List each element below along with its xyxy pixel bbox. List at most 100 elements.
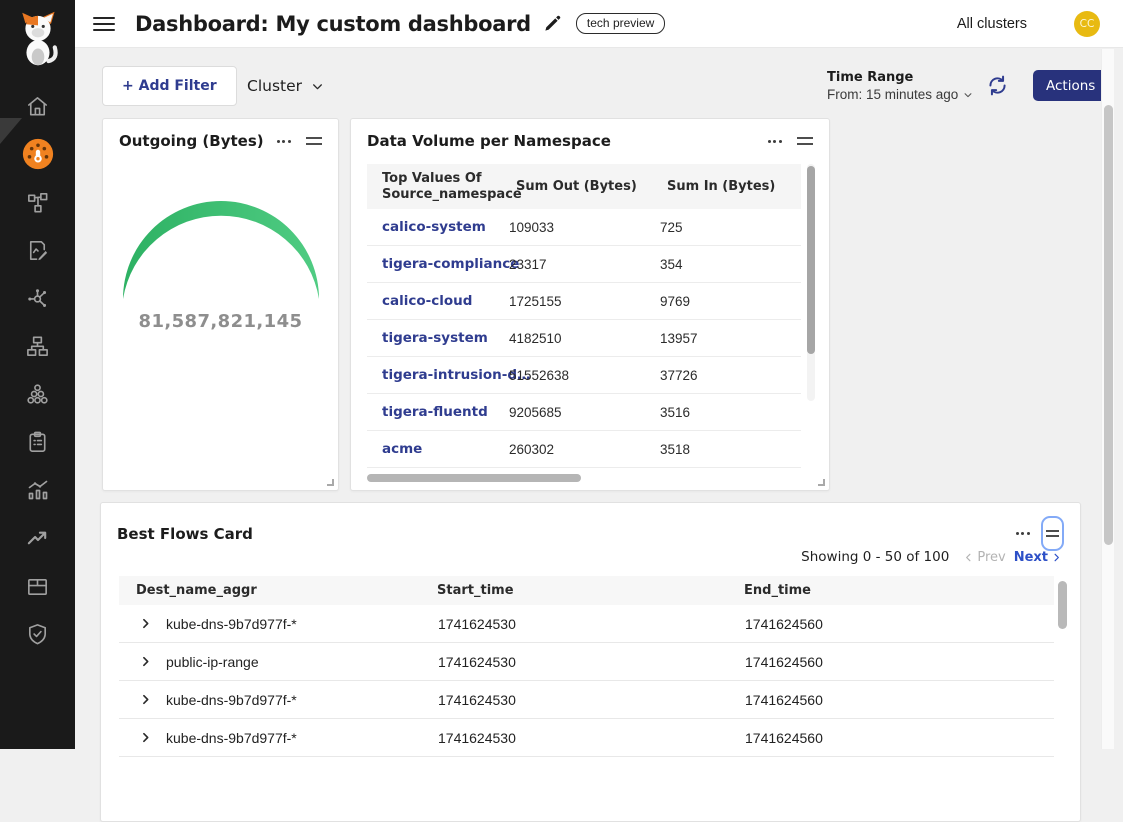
card-drag-handle-icon[interactable] (306, 134, 322, 149)
page-scrollbar-thumb[interactable] (1104, 105, 1113, 545)
end-time: 1741624560 (727, 692, 1054, 708)
package-box-icon (25, 574, 50, 599)
next-label: Next (1014, 550, 1048, 565)
vertical-scrollbar[interactable] (1058, 578, 1067, 818)
namespace-link[interactable]: tigera-compliance (367, 256, 501, 272)
sidebar-item-compliance-reports[interactable] (0, 418, 75, 466)
edit-pencil-icon[interactable] (543, 14, 562, 33)
namespace-link[interactable]: tigera-fluentd (367, 404, 501, 420)
sidebar-item-dashboard[interactable] (0, 130, 75, 178)
card-menu-icon[interactable] (1014, 528, 1032, 539)
sidebar-item-service-graph[interactable] (0, 274, 75, 322)
page-scrollbar[interactable] (1101, 49, 1114, 749)
main-content: + Add Filter Cluster Time Range From: 15… (75, 48, 1123, 749)
start-time: 1741624530 (420, 654, 727, 670)
gauge-arc (123, 201, 319, 299)
column-header: Dest_name_aggr (119, 583, 420, 598)
gauge-value: 81,587,821,145 (103, 311, 338, 332)
user-avatar[interactable]: CC (1074, 11, 1100, 37)
sidebar-item-activity-stats[interactable] (0, 466, 75, 514)
namespace-link[interactable]: calico-cloud (367, 293, 501, 309)
namespace-link[interactable]: tigera-system (367, 330, 501, 346)
sidebar-item-policies[interactable] (0, 178, 75, 226)
card-title: Best Flows Card (117, 525, 253, 543)
card-title: Data Volume per Namespace (367, 132, 611, 150)
scrollbar-thumb[interactable] (1058, 581, 1067, 629)
sum-in-value: 13957 (652, 331, 801, 346)
table-row: calico-cloud 1725155 9769 (367, 283, 801, 320)
column-header: Top Values Of Source_namespace (367, 165, 501, 209)
sum-in-value: 9769 (652, 294, 801, 309)
tech-preview-badge: tech preview (576, 13, 665, 34)
namespace-link[interactable]: tigera-intrusion-d… (367, 367, 501, 383)
expand-row-chevron-icon[interactable] (139, 617, 152, 630)
dest-name: public-ip-range (166, 654, 259, 670)
horizontal-scrollbar[interactable] (367, 474, 801, 482)
expand-row-chevron-icon[interactable] (139, 731, 152, 744)
column-header: Start_time (420, 583, 727, 598)
sum-out-value: 9205685 (501, 405, 652, 420)
card-drag-handle-icon[interactable] (797, 134, 813, 149)
start-time: 1741624530 (420, 730, 727, 746)
sidebar-item-policy-recommendations[interactable] (0, 226, 75, 274)
table-row: tigera-fluentd 9205685 3516 (367, 394, 801, 431)
dest-name: kube-dns-9b7d977f-* (166, 616, 297, 632)
table-row: tigera-intrusion-d… 51552638 37726 (367, 357, 801, 394)
card-resize-handle[interactable] (818, 479, 825, 486)
card-title: Outgoing (Bytes) (119, 132, 264, 150)
column-header: End_time (727, 583, 1054, 598)
card-menu-icon[interactable] (766, 136, 784, 147)
service-hub-icon (25, 286, 50, 311)
card-drag-handle-focused[interactable] (1041, 516, 1064, 551)
cluster-dropdown[interactable]: Cluster (247, 77, 324, 95)
cluster-circles-icon (25, 382, 50, 407)
gauge-chart (116, 191, 326, 303)
stats-chart-icon (25, 477, 51, 503)
sum-in-value: 725 (652, 220, 801, 235)
sidebar-item-home[interactable] (0, 82, 75, 130)
best-flows-card: Best Flows Card Showing 0 - 50 of 100 Pr… (100, 502, 1081, 822)
expand-row-chevron-icon[interactable] (139, 693, 152, 706)
table-row: kube-dns-9b7d977f-* 1741624530 174162456… (119, 605, 1054, 643)
cluster-scope-selector[interactable]: All clusters (957, 16, 1027, 32)
table-row: tigera-system 4182510 13957 (367, 320, 801, 357)
calico-cat-logo[interactable] (0, 0, 75, 78)
document-edit-icon (25, 238, 50, 263)
vertical-scrollbar[interactable] (807, 164, 815, 401)
expand-row-chevron-icon[interactable] (139, 655, 152, 668)
sidebar-item-packages[interactable] (0, 562, 75, 610)
flows-table: Dest_name_aggr Start_time End_time kube-… (119, 576, 1054, 757)
outgoing-bytes-card: Outgoing (Bytes) 81,587,821,145 (102, 118, 339, 491)
chevron-down-icon (963, 90, 973, 100)
sidebar-item-trends[interactable] (0, 514, 75, 562)
sidebar-item-network-topology[interactable] (0, 322, 75, 370)
dest-name: kube-dns-9b7d977f-* (166, 692, 297, 708)
card-menu-icon[interactable] (275, 136, 293, 147)
time-range-selector[interactable]: From: 15 minutes ago (827, 86, 973, 103)
chevron-left-icon (963, 552, 974, 563)
sum-out-value: 4182510 (501, 331, 652, 346)
pagination-next-button[interactable]: Next (1014, 550, 1062, 565)
refresh-button[interactable] (986, 74, 1009, 97)
sum-out-value: 23317 (501, 257, 652, 272)
actions-button[interactable]: Actions (1033, 70, 1108, 101)
sum-out-value: 109033 (501, 220, 652, 235)
prev-label: Prev (977, 550, 1005, 565)
data-volume-card: Data Volume per Namespace Top Values Of … (350, 118, 830, 491)
pagination: Showing 0 - 50 of 100 Prev Next (801, 549, 1062, 565)
add-filter-button[interactable]: + Add Filter (102, 66, 237, 106)
table-row: acme 260302 3518 (367, 431, 801, 468)
start-time: 1741624530 (420, 692, 727, 708)
card-resize-handle[interactable] (327, 479, 334, 486)
scrollbar-thumb[interactable] (807, 166, 815, 354)
scrollbar-thumb[interactable] (367, 474, 581, 482)
end-time: 1741624560 (727, 616, 1054, 632)
pagination-prev-button[interactable]: Prev (963, 550, 1005, 565)
hamburger-menu-icon[interactable] (93, 13, 115, 35)
sidebar-item-security[interactable] (0, 610, 75, 658)
namespace-link[interactable]: acme (367, 441, 501, 457)
namespace-link[interactable]: calico-system (367, 219, 501, 235)
sum-out-value: 51552638 (501, 368, 652, 383)
chevron-down-icon (311, 80, 324, 93)
sidebar-item-clusters[interactable] (0, 370, 75, 418)
